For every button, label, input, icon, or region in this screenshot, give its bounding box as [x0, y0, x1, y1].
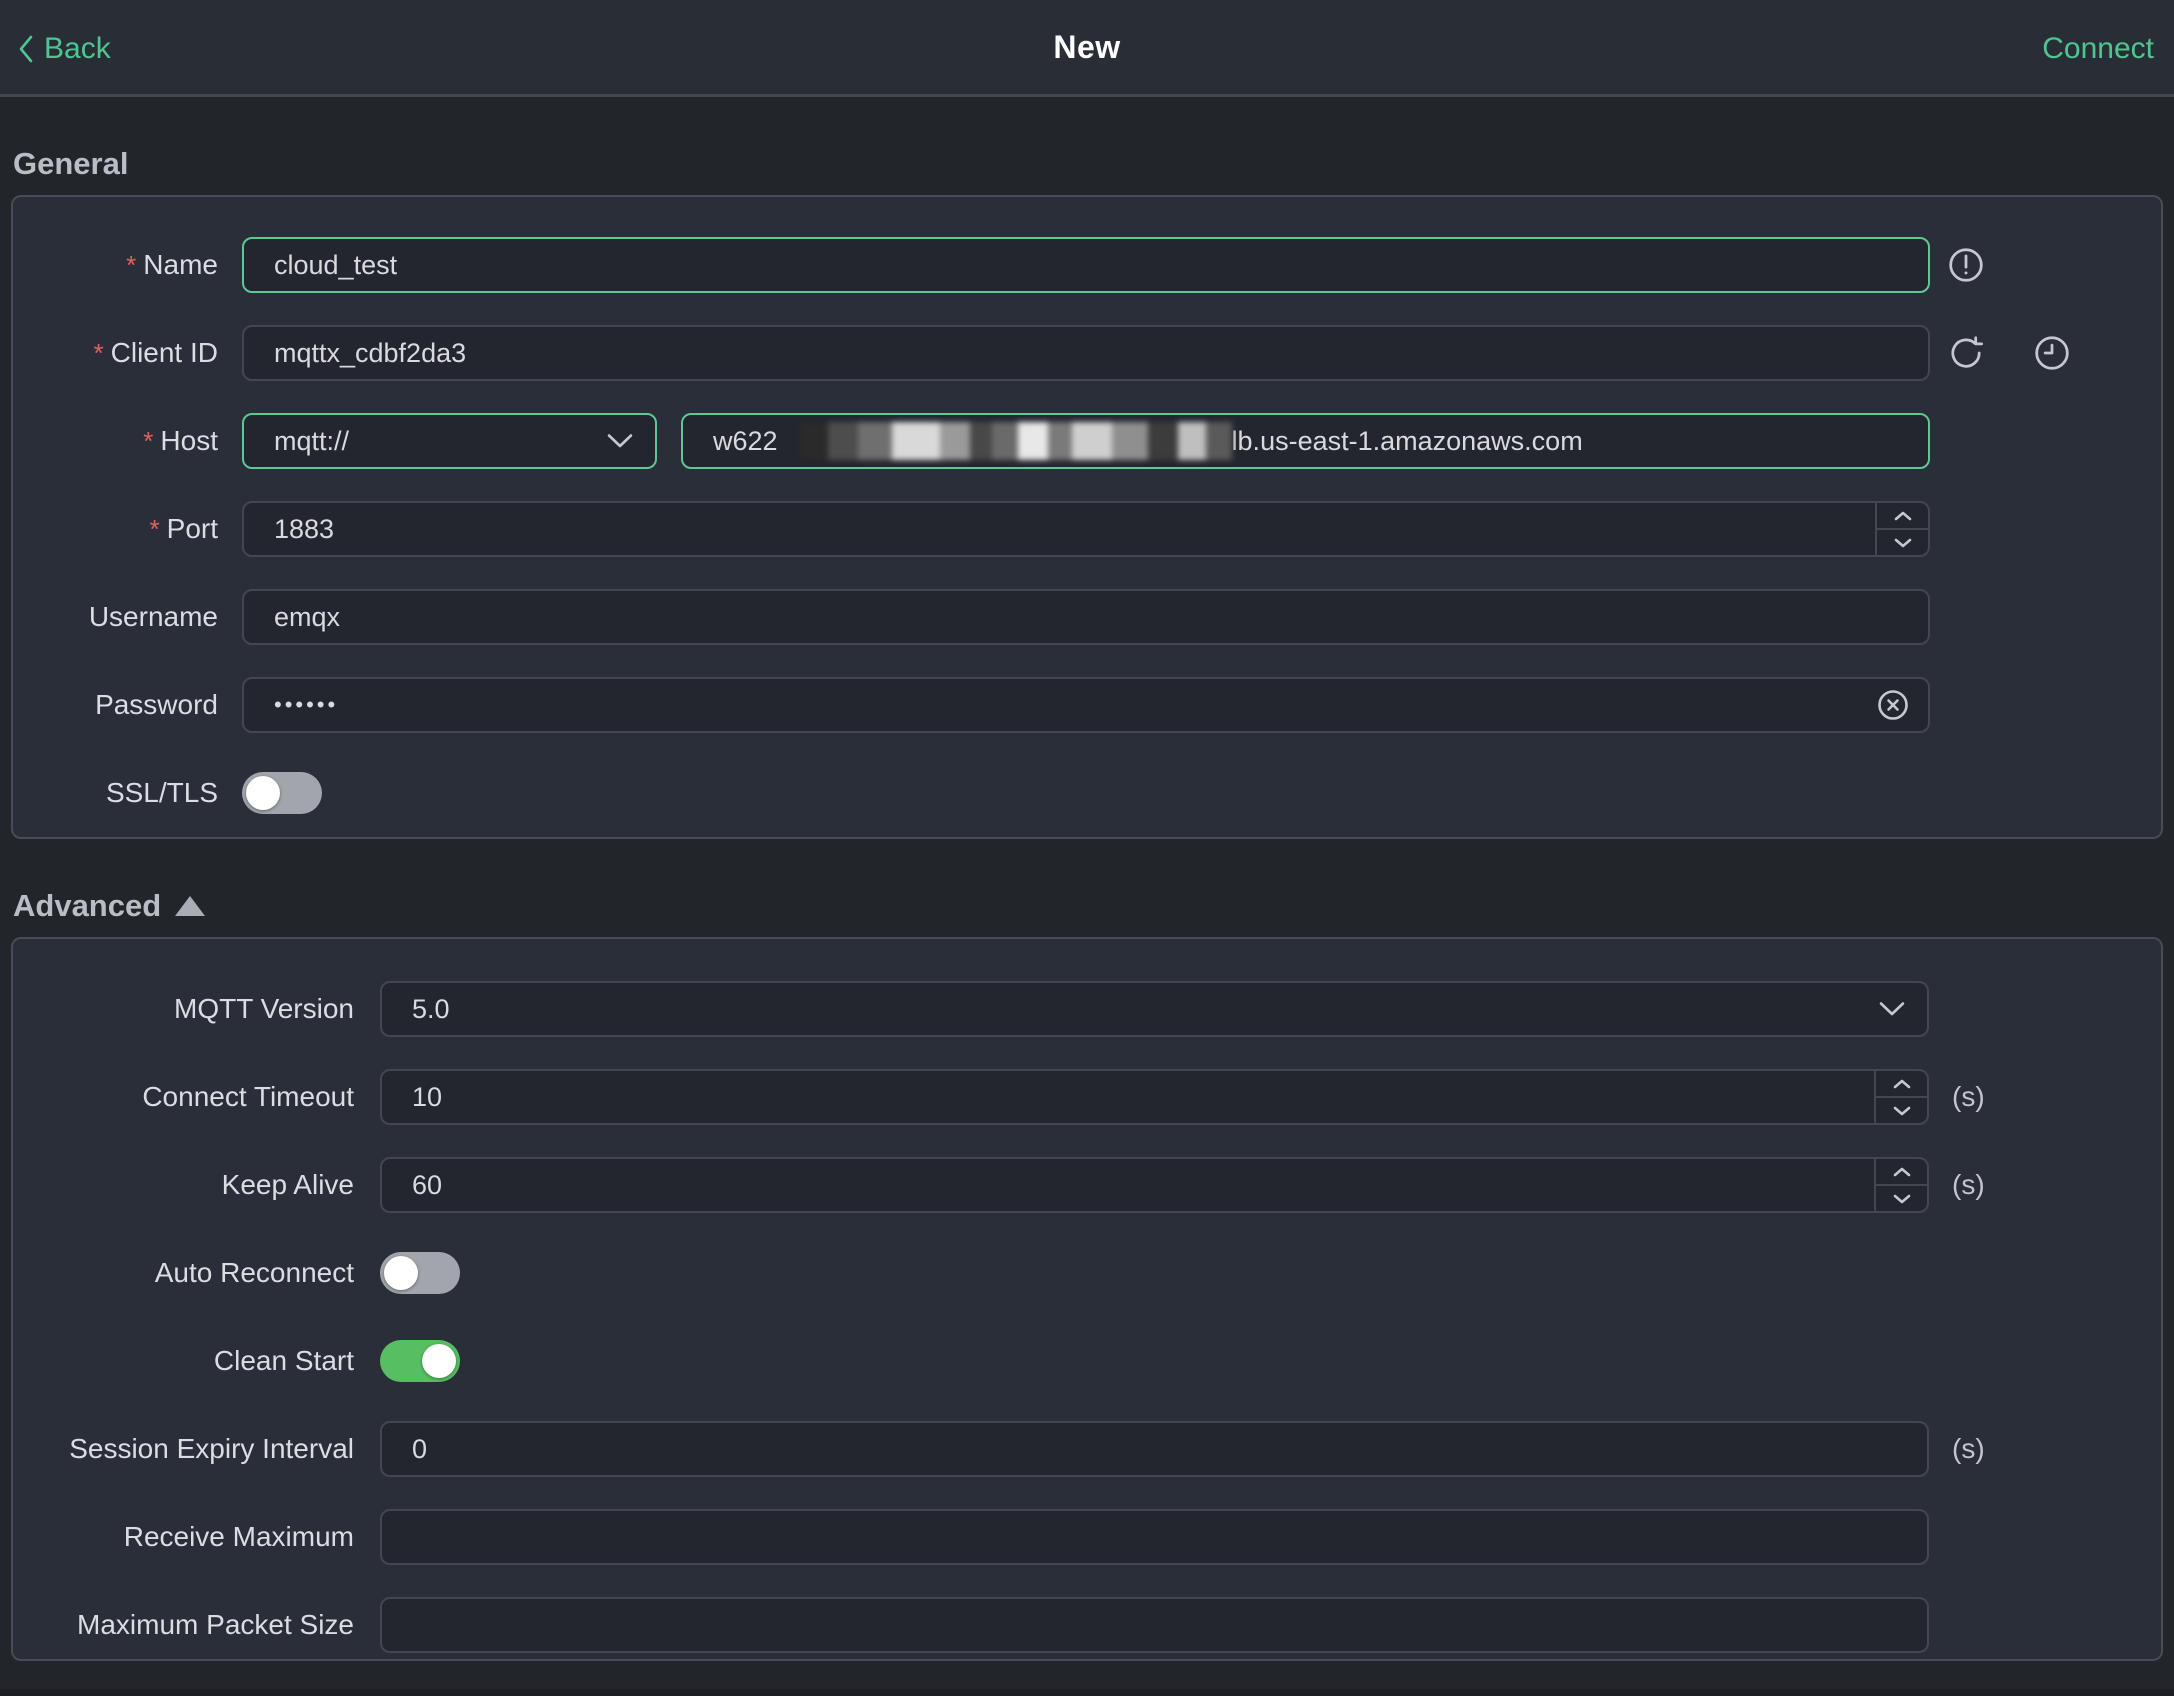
ssl-tls-label: SSL/TLS: [105, 777, 218, 808]
ssl-tls-toggle[interactable]: [242, 772, 322, 814]
toggle-knob: [422, 1344, 456, 1378]
host-protocol-value: mqtt://: [274, 425, 350, 456]
name-input[interactable]: [242, 237, 1930, 293]
general-card: *Name *Client ID *Host: [11, 195, 2163, 839]
connect-timeout-input[interactable]: 10: [380, 1069, 1929, 1125]
advanced-heading-label: Advanced: [13, 888, 162, 923]
connect-timeout-label: Connect Timeout: [142, 1081, 354, 1112]
toggle-knob: [384, 1256, 418, 1290]
host-value-prefix: w622: [713, 425, 778, 456]
redacted-host-segment: [799, 422, 1232, 460]
advanced-section-heading[interactable]: Advanced: [13, 875, 2163, 937]
clean-start-row: Clean Start: [13, 1317, 2161, 1405]
username-input[interactable]: [242, 589, 1930, 645]
top-bar: Back New Connect: [0, 0, 2174, 97]
connect-timeout-value: 10: [412, 1081, 443, 1112]
connect-button[interactable]: Connect: [2042, 0, 2154, 97]
collapse-arrow-icon: [175, 896, 206, 916]
clean-start-label: Clean Start: [213, 1345, 354, 1376]
username-row: Username: [13, 573, 2161, 661]
keep-alive-value: 60: [412, 1169, 443, 1200]
back-button[interactable]: Back: [16, 0, 111, 97]
required-marker: *: [149, 514, 160, 544]
password-masked-value: ••••••: [274, 692, 339, 717]
chevron-down-icon: [607, 434, 633, 448]
auto-reconnect-toggle[interactable]: [380, 1252, 460, 1294]
ssl-tls-row: SSL/TLS: [13, 749, 2161, 837]
connect-timeout-unit: (s): [1952, 1081, 1985, 1112]
name-label: * Name: [126, 249, 218, 280]
advanced-card: MQTT Version 5.0 Connect Timeout 10 (s) …: [11, 937, 2163, 1661]
maximum-packet-size-label: Maximum Packet Size: [77, 1609, 354, 1640]
client-id-input[interactable]: [242, 325, 1930, 381]
port-increment-button[interactable]: [1877, 503, 1928, 530]
username-label: Username: [88, 601, 218, 632]
keep-alive-row: Keep Alive 60 (s): [13, 1141, 2161, 1229]
mqtt-version-row: MQTT Version 5.0: [13, 965, 2161, 1053]
mqtt-version-select[interactable]: 5.0: [380, 981, 1929, 1037]
chevron-left-icon: [19, 35, 33, 62]
port-stepper: [1875, 503, 1928, 555]
session-expiry-label: Session Expiry Interval: [69, 1433, 354, 1464]
session-expiry-input[interactable]: [380, 1421, 1929, 1477]
toggle-knob: [246, 776, 280, 810]
connect-timeout-row: Connect Timeout 10 (s): [13, 1053, 2161, 1141]
general-section-heading: General: [13, 133, 2163, 195]
receive-maximum-label: Receive Maximum: [123, 1521, 354, 1552]
receive-maximum-input[interactable]: [380, 1509, 1929, 1565]
keep-alive-label: Keep Alive: [221, 1169, 354, 1200]
host-row: * Host mqtt:// w622 lb.us-east-1.amazonaw…: [13, 397, 2161, 485]
client-id-label: * Client ID: [93, 337, 219, 368]
client-id-row: * Client ID: [13, 309, 2161, 397]
keep-alive-decrement-button[interactable]: [1876, 1186, 1927, 1211]
keep-alive-unit: (s): [1952, 1169, 1985, 1200]
keep-alive-increment-button[interactable]: [1876, 1159, 1927, 1186]
auto-reconnect-label: Auto Reconnect: [154, 1257, 354, 1288]
required-marker: *: [143, 426, 154, 456]
host-value-suffix: lb.us-east-1.amazonaws.com: [1231, 425, 1583, 456]
host-label: * Host: [143, 425, 218, 456]
chevron-down-icon: [1879, 1002, 1905, 1016]
session-expiry-unit: (s): [1952, 1433, 1985, 1464]
port-value: 1883: [274, 513, 335, 544]
receive-maximum-row: Receive Maximum: [13, 1493, 2161, 1581]
history-clock-icon[interactable]: [2033, 334, 2071, 372]
back-label: Back: [44, 31, 111, 65]
port-row: * Port 1883: [13, 485, 2161, 573]
clean-start-toggle[interactable]: [380, 1340, 460, 1382]
port-input[interactable]: 1883: [242, 501, 1930, 557]
auto-reconnect-row: Auto Reconnect: [13, 1229, 2161, 1317]
password-row: Password ••••••: [13, 661, 2161, 749]
keep-alive-stepper: [1874, 1159, 1927, 1211]
name-warning-icon: [1947, 246, 1985, 284]
password-input[interactable]: ••••••: [242, 677, 1930, 733]
connect-timeout-decrement-button[interactable]: [1876, 1098, 1927, 1123]
general-heading-label: General: [13, 146, 129, 181]
host-input[interactable]: w622 lb.us-east-1.amazonaws.com: [681, 413, 1930, 469]
maximum-packet-size-input[interactable]: [380, 1597, 1929, 1653]
connect-timeout-stepper: [1874, 1071, 1927, 1123]
port-decrement-button[interactable]: [1877, 530, 1928, 555]
page-title: New: [1053, 28, 1121, 65]
refresh-client-id-icon[interactable]: [1947, 334, 1985, 372]
required-marker: *: [93, 338, 104, 368]
password-label: Password: [95, 689, 218, 720]
name-row: * Name: [13, 221, 2161, 309]
required-marker: *: [126, 250, 137, 280]
keep-alive-input[interactable]: 60: [380, 1157, 1929, 1213]
mqtt-version-label: MQTT Version: [174, 993, 354, 1024]
clear-password-icon[interactable]: [1876, 688, 1910, 722]
connect-timeout-increment-button[interactable]: [1876, 1071, 1927, 1098]
port-label: * Port: [149, 513, 218, 544]
bottom-edge-strip: [0, 1689, 2174, 1696]
mqtt-version-value: 5.0: [412, 993, 450, 1024]
session-expiry-row: Session Expiry Interval (s): [13, 1405, 2161, 1493]
host-protocol-select[interactable]: mqtt://: [242, 413, 657, 469]
maximum-packet-size-row: Maximum Packet Size: [13, 1581, 2161, 1659]
